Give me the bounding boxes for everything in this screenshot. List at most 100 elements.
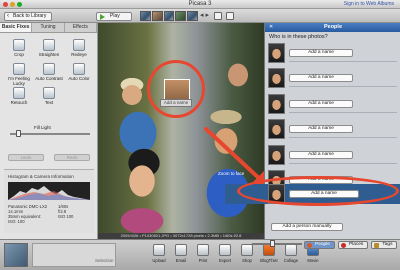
email-button[interactable]: Email xyxy=(170,242,192,268)
sign-in-link[interactable]: Sign in to Web Albums xyxy=(344,1,394,7)
camera-info-line: ISO: 100 xyxy=(8,219,25,224)
filmstrip-thumbnail[interactable] xyxy=(151,11,163,21)
filmstrip[interactable] xyxy=(140,11,198,21)
shop-button[interactable]: Shop xyxy=(236,242,258,268)
basic-fixes-tools: Crop Straighten Redeye I'm Feeling Lucky… xyxy=(4,39,96,107)
feeling-lucky-button[interactable]: I'm Feeling Lucky xyxy=(4,63,34,86)
collage-button[interactable]: Collage xyxy=(280,242,302,268)
text-button[interactable]: Text xyxy=(34,87,64,107)
close-panel-icon[interactable]: ✕ xyxy=(269,23,273,32)
fill-light-slider[interactable] xyxy=(10,133,90,135)
highlight-circle xyxy=(147,60,205,118)
zoom-slider-knob[interactable] xyxy=(270,240,275,247)
auto-contrast-button[interactable]: Auto Contrast xyxy=(34,63,64,83)
face-thumbnail[interactable] xyxy=(268,119,285,139)
filmstrip-nav-arrows-icon[interactable]: ◂ ▸ xyxy=(200,11,209,19)
tab-tuning[interactable]: Tuning xyxy=(32,23,65,32)
tray-selection-label: Selection xyxy=(95,258,114,263)
tab-tags[interactable]: Tags xyxy=(371,241,398,249)
rotate-right-icon[interactable] xyxy=(226,12,234,20)
tray-action-buttons: Upload Email Print Export Shop BlogThis!… xyxy=(124,242,324,268)
face-row: Add a name xyxy=(265,68,400,88)
tab-basic-fixes[interactable]: Basic Fixes xyxy=(0,23,33,32)
face-row: Add a name xyxy=(265,43,400,63)
tray-button-label: Upload xyxy=(152,258,166,263)
row-divider xyxy=(289,137,397,138)
undo-button[interactable]: Undo xyxy=(8,154,44,161)
redo-button[interactable]: Redo xyxy=(54,154,90,161)
people-panel: ✕ People Who is in these photos? Add a n… xyxy=(225,23,400,239)
fill-light-label: Fill Light xyxy=(34,125,51,130)
face-thumbnail[interactable] xyxy=(268,68,285,88)
tray-button-label: BlogThis! xyxy=(260,258,278,263)
row-divider xyxy=(289,86,397,87)
tool-label: Text xyxy=(44,100,54,105)
zoom-slider[interactable] xyxy=(252,243,302,245)
tab-people[interactable]: People xyxy=(304,241,335,249)
filmstrip-thumbnail[interactable] xyxy=(187,11,198,21)
add-name-button[interactable]: Add a name xyxy=(289,49,353,57)
tab-places[interactable]: Places xyxy=(337,241,369,249)
row-divider xyxy=(289,61,397,62)
play-icon xyxy=(100,14,105,20)
tray-selection-area[interactable]: Selection xyxy=(32,243,116,267)
tab-effects[interactable]: Effects xyxy=(64,23,97,32)
tray-button-label: Movie xyxy=(307,258,319,263)
straighten-button[interactable]: Straighten xyxy=(34,39,64,59)
tag-icon xyxy=(374,243,380,248)
face-row: Add a name xyxy=(265,145,400,165)
tool-label: Retouch xyxy=(10,100,28,105)
histogram-panel: Histogram & Camera Information Panasonic… xyxy=(4,169,94,233)
tray-button-label: Shop xyxy=(242,258,252,263)
feeling-lucky-icon xyxy=(13,63,25,75)
people-panel-header: ✕ People xyxy=(265,23,400,32)
back-to-library-button[interactable]: ‹ Back to Library xyxy=(4,12,52,21)
face-thumbnail[interactable] xyxy=(268,145,285,165)
play-slideshow-button[interactable]: Play xyxy=(96,12,132,21)
add-name-button[interactable]: Add a name xyxy=(289,125,353,133)
places-pin-icon xyxy=(340,243,346,248)
people-question: Who is in these photos? xyxy=(269,34,328,40)
tool-label: Auto Color xyxy=(68,76,90,81)
row-divider xyxy=(289,163,397,164)
tab-label: Tags xyxy=(382,242,393,247)
crop-button[interactable]: Crop xyxy=(4,39,34,59)
export-button[interactable]: Export xyxy=(214,242,236,268)
blog-this-button[interactable]: BlogThis! xyxy=(258,242,280,268)
tray-photo-thumbnail[interactable] xyxy=(4,243,28,267)
add-name-button[interactable]: Add a name xyxy=(289,151,353,159)
auto-color-button[interactable]: Auto Color xyxy=(64,63,94,83)
upload-button[interactable]: Upload xyxy=(148,242,170,268)
camera-info-right: 1/60s f/2.8 ISO 100 xyxy=(58,204,73,219)
add-name-button[interactable]: Add a name xyxy=(289,100,353,108)
tool-label: Crop xyxy=(14,52,24,57)
edit-tabs: Basic Fixes Tuning Effects xyxy=(0,23,97,33)
redeye-button[interactable]: Redeye xyxy=(64,39,94,59)
face-thumbnail[interactable] xyxy=(268,43,285,63)
tray-button-label: Print xyxy=(198,258,208,263)
panel-tabs: People Places Tags xyxy=(304,241,398,249)
auto-contrast-icon xyxy=(43,63,55,75)
filmstrip-thumbnail[interactable] xyxy=(175,11,187,21)
redeye-icon xyxy=(73,39,85,51)
people-icon xyxy=(307,243,312,248)
print-button[interactable]: Print xyxy=(192,242,214,268)
add-name-button[interactable]: Add a name xyxy=(289,74,353,82)
add-person-manually-button[interactable]: Add a person manually xyxy=(271,223,343,231)
email-icon xyxy=(175,244,187,256)
tool-label: I'm Feeling Lucky xyxy=(8,76,30,86)
camera-info-line: ISO 100 xyxy=(58,214,74,219)
filmstrip-thumbnail[interactable] xyxy=(140,11,151,21)
rotate-left-icon[interactable] xyxy=(214,12,222,20)
retouch-button[interactable]: Retouch xyxy=(4,87,34,107)
window-title: Picasa 3 xyxy=(188,1,212,7)
tab-label: Places xyxy=(348,242,364,247)
text-icon xyxy=(43,87,55,99)
face-thumbnail[interactable] xyxy=(268,94,285,114)
selected-row-highlight xyxy=(237,176,399,206)
tool-label: Straighten xyxy=(38,52,60,57)
fill-light-slider-knob[interactable] xyxy=(16,130,21,137)
filmstrip-thumbnail[interactable] xyxy=(163,11,175,21)
play-label: Play xyxy=(110,13,120,19)
fill-light-control: Fill Light xyxy=(4,125,94,139)
